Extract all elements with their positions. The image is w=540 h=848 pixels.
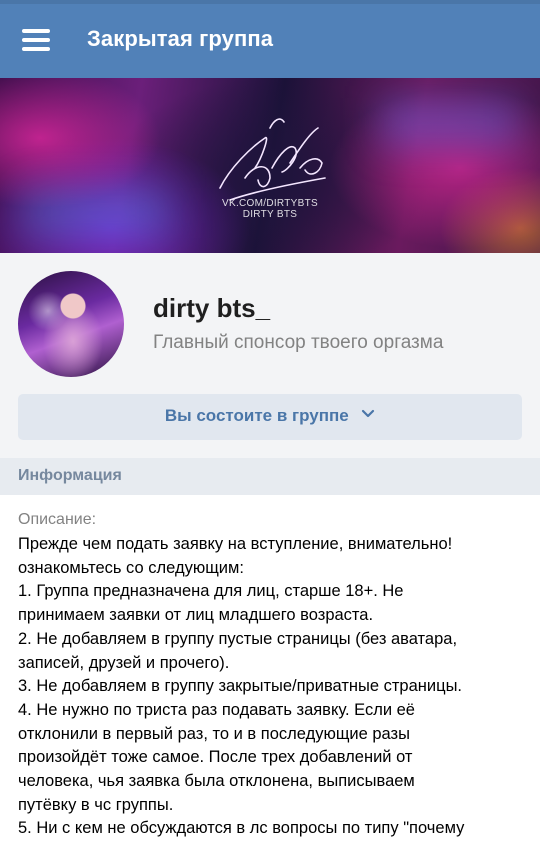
chevron-down-icon: [362, 409, 375, 418]
cover-light-glow: [20, 188, 170, 238]
hamburger-menu-icon[interactable]: [14, 22, 58, 58]
cover-caption-line: VK.COM/DIRTYBTS: [222, 198, 318, 209]
description-line: принимаем заявки от лиц младшего возраст…: [18, 606, 374, 625]
description-line: Прежде чем подать заявку на вступление, …: [18, 535, 453, 553]
group-avatar[interactable]: [18, 271, 124, 377]
description-line: 4. Не нужно по триста раз подавать заявк…: [18, 700, 415, 719]
info-section-header: Информация: [0, 458, 540, 495]
description-line: записей, друзей и прочего).: [18, 653, 230, 672]
membership-button[interactable]: Вы состоите в группе: [18, 394, 522, 440]
description-label: Описание:: [18, 511, 97, 528]
cover-caption-line: DIRTY BTS: [242, 209, 298, 220]
group-profile-section: dirty bts_ Главный спонсор твоего оргазм…: [0, 253, 540, 458]
description-line: 2. Не добавляем в группу пустые страницы…: [18, 629, 458, 648]
description-line: человека, чья заявка была отклонена, вып…: [18, 772, 415, 791]
group-status-text: Главный спонсор твоего оргазма: [153, 332, 444, 353]
cover-light-glow: [380, 98, 520, 148]
description-line: 3. Не добавляем в группу закрытые/приват…: [18, 677, 463, 696]
group-cover-image: VK.COM/DIRTYBTS DIRTY BTS: [0, 78, 540, 253]
membership-button-label: Вы состоите в группе: [164, 406, 349, 425]
info-section-title: Информация: [18, 467, 122, 484]
description-line: произойдёт тоже самое. После трех добавл…: [18, 748, 413, 767]
cover-script-logo: [219, 118, 326, 201]
description-line: путёвку в чс группы.: [18, 795, 174, 814]
description-line: 1. Группа предназначена для лиц, старше …: [18, 582, 404, 601]
page-title: Закрытая группа: [87, 26, 274, 51]
group-name: dirty bts_: [153, 293, 271, 323]
status-strip: [0, 0, 540, 4]
description-text: Прежде чем подать заявку на вступление, …: [18, 533, 528, 841]
description-line: отклонили в первый раз, то и в последующ…: [18, 724, 410, 743]
description-line: ознакомьтесь со следующим:: [18, 558, 244, 577]
top-navigation-bar: Закрытая группа: [0, 0, 540, 78]
cover-caption: VK.COM/DIRTYBTS DIRTY BTS: [200, 198, 340, 220]
description-line: 5. Ни с кем не обсуждаются в лс вопросы …: [18, 819, 465, 838]
